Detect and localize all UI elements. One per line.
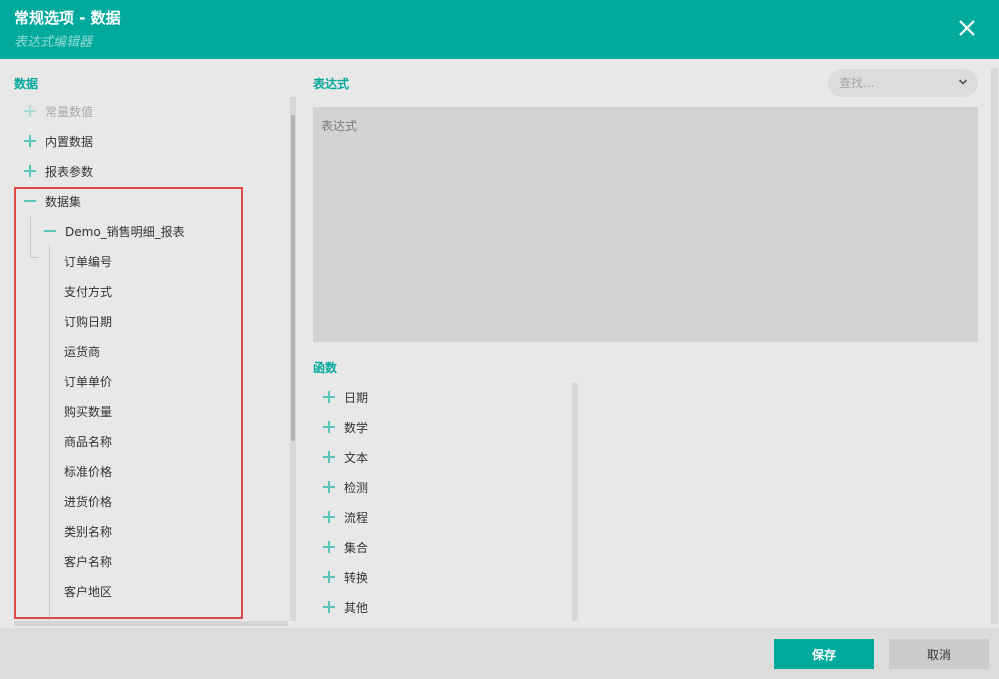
tree-node-label: 进货价格 bbox=[64, 494, 113, 509]
function-description bbox=[585, 381, 978, 623]
search-box[interactable] bbox=[828, 69, 978, 97]
search-input[interactable] bbox=[839, 76, 949, 90]
function-group-flow[interactable]: 流程 bbox=[323, 507, 368, 527]
tree-field-standard-price[interactable]: 标准价格 bbox=[64, 461, 112, 481]
tree-field-order-date[interactable]: 订购日期 bbox=[64, 311, 112, 331]
function-tree: 日期 数学 文本 检测 流程 集合 转换 其他 bbox=[313, 381, 578, 623]
expand-plus-icon[interactable] bbox=[323, 511, 335, 523]
panel-scrollbar[interactable] bbox=[991, 68, 998, 624]
function-group-set[interactable]: 集合 bbox=[323, 537, 368, 557]
tree-field-order-id[interactable]: 订单编号 bbox=[64, 251, 112, 271]
tree-field-customer-name[interactable]: 客户名称 bbox=[64, 551, 112, 571]
expand-plus-icon[interactable] bbox=[24, 135, 36, 147]
tree-field-shipper[interactable]: 运货商 bbox=[64, 341, 100, 361]
data-panel: 数据 常量数值 内置数据 报表参数 数据集 Demo_销售明细_报表 订单编号 … bbox=[0, 59, 300, 628]
expand-plus-icon[interactable] bbox=[323, 571, 335, 583]
tree-hscrollbar[interactable] bbox=[14, 621, 288, 626]
dialog-footer: 保存 取消 bbox=[0, 628, 999, 679]
tree-node-label: 客户地区 bbox=[64, 584, 113, 599]
function-group-label: 文本 bbox=[344, 450, 369, 465]
function-group-math[interactable]: 数学 bbox=[323, 417, 368, 437]
function-group-convert[interactable]: 转换 bbox=[323, 567, 368, 587]
tree-node-label: 支付方式 bbox=[64, 284, 113, 299]
expand-plus-icon[interactable] bbox=[323, 421, 335, 433]
expand-plus-icon[interactable] bbox=[323, 451, 335, 463]
tree-field-payment-method[interactable]: 支付方式 bbox=[64, 281, 112, 301]
expression-section-label: 表达式 bbox=[313, 77, 350, 91]
tree-node-label: 内置数据 bbox=[45, 134, 94, 149]
dialog-subtitle: 表达式编辑器 bbox=[14, 35, 93, 50]
tree-field-quantity[interactable]: 购买数量 bbox=[64, 401, 112, 421]
tree-node-label: 标准价格 bbox=[64, 464, 113, 479]
collapse-minus-icon[interactable] bbox=[44, 225, 56, 237]
tree-node-report-params[interactable]: 报表参数 bbox=[24, 161, 93, 181]
expression-placeholder: 表达式 bbox=[321, 119, 358, 133]
close-icon[interactable] bbox=[955, 16, 979, 40]
tree-field-category-name[interactable]: 类别名称 bbox=[64, 521, 112, 541]
tree-node-label: 常量数值 bbox=[45, 104, 94, 119]
function-group-check[interactable]: 检测 bbox=[323, 477, 368, 497]
expression-editor[interactable]: 表达式 bbox=[313, 107, 978, 342]
tree-node-label: 数据集 bbox=[45, 194, 82, 209]
tree-node-label: 客户名称 bbox=[64, 554, 113, 569]
data-tree: 常量数值 内置数据 报表参数 数据集 Demo_销售明细_报表 订单编号 支付方… bbox=[0, 97, 288, 625]
tree-field-purchase-price[interactable]: 进货价格 bbox=[64, 491, 112, 511]
function-group-label: 其他 bbox=[344, 600, 369, 615]
function-group-label: 数学 bbox=[344, 420, 369, 435]
function-group-label: 日期 bbox=[344, 390, 369, 405]
function-group-other[interactable]: 其他 bbox=[323, 597, 368, 617]
tree-node-label: 购买数量 bbox=[64, 404, 113, 419]
tree-node-builtin-data[interactable]: 内置数据 bbox=[24, 131, 93, 151]
functions-section-label: 函数 bbox=[313, 361, 338, 375]
expand-plus-icon[interactable] bbox=[323, 541, 335, 553]
tree-connector bbox=[49, 245, 50, 625]
expand-plus-icon[interactable] bbox=[24, 165, 36, 177]
tree-field-customer-region[interactable]: 客户地区 bbox=[64, 581, 112, 601]
tree-node-label: 订单编号 bbox=[64, 254, 113, 269]
chevron-down-icon[interactable] bbox=[958, 77, 968, 87]
tree-node-label: 类别名称 bbox=[64, 524, 113, 539]
tree-node-dataset-demo[interactable]: Demo_销售明细_报表 bbox=[44, 221, 185, 241]
expression-panel: 表达式 表达式 函数 日期 数学 文本 检测 流程 bbox=[300, 59, 999, 628]
tree-connector bbox=[30, 217, 31, 257]
collapse-minus-icon[interactable] bbox=[24, 195, 36, 207]
tree-scrollbar[interactable] bbox=[290, 97, 296, 621]
tree-node-label: Demo_销售明细_报表 bbox=[65, 224, 185, 239]
function-group-text[interactable]: 文本 bbox=[323, 447, 368, 467]
tree-node-label: 运货商 bbox=[64, 344, 101, 359]
tree-field-product-name[interactable]: 商品名称 bbox=[64, 431, 112, 451]
expand-plus-icon[interactable] bbox=[323, 391, 335, 403]
tree-field-unit-price[interactable]: 订单单价 bbox=[64, 371, 112, 391]
tree-node-label: 商品名称 bbox=[64, 434, 113, 449]
function-group-label: 检测 bbox=[344, 480, 369, 495]
tree-node-datasets[interactable]: 数据集 bbox=[24, 191, 81, 211]
function-scrollbar[interactable] bbox=[572, 383, 578, 621]
tree-node-label: 报表参数 bbox=[45, 164, 94, 179]
function-group-date[interactable]: 日期 bbox=[323, 387, 368, 407]
expand-plus-icon[interactable] bbox=[323, 481, 335, 493]
dialog-header: 常规选项 - 数据 表达式编辑器 bbox=[0, 0, 999, 59]
tree-node-constants[interactable]: 常量数值 bbox=[24, 101, 93, 121]
data-section-label: 数据 bbox=[14, 77, 39, 91]
dialog-title: 常规选项 - 数据 bbox=[14, 9, 121, 27]
tree-scrollbar-thumb[interactable] bbox=[291, 115, 295, 441]
save-button[interactable]: 保存 bbox=[774, 639, 874, 669]
tree-connector bbox=[30, 257, 38, 258]
function-group-label: 流程 bbox=[344, 510, 369, 525]
expand-plus-icon[interactable] bbox=[323, 601, 335, 613]
expand-plus-icon[interactable] bbox=[24, 105, 36, 117]
function-group-label: 集合 bbox=[344, 540, 369, 555]
cancel-button[interactable]: 取消 bbox=[889, 639, 989, 669]
tree-node-label: 订购日期 bbox=[64, 314, 113, 329]
function-group-label: 转换 bbox=[344, 570, 369, 585]
tree-node-label: 订单单价 bbox=[64, 374, 113, 389]
